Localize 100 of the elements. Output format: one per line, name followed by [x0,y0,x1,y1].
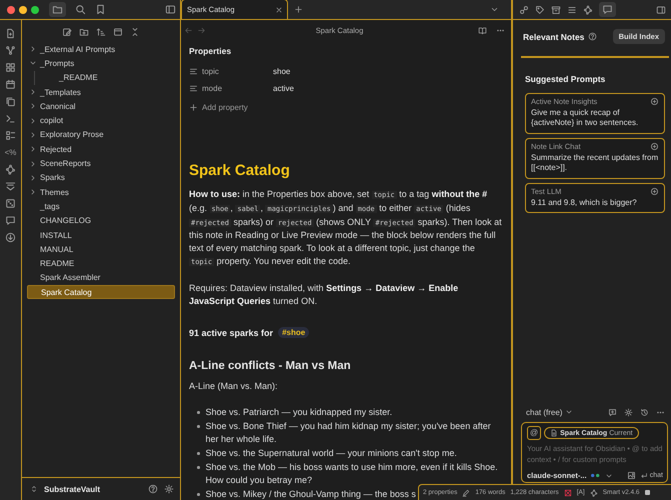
folder-item[interactable]: _External AI Prompts [27,42,175,56]
text-property-icon [189,84,198,93]
property-value[interactable]: active [273,84,294,93]
filter-icon[interactable] [5,181,16,192]
graph-icon[interactable] [5,45,16,56]
grid-icon[interactable] [5,62,16,73]
new-folder-icon[interactable] [79,27,89,37]
archive-icon[interactable] [551,4,561,14]
bullet-icon [197,425,200,428]
calendar-icon[interactable] [5,79,16,90]
add-icon[interactable] [650,142,659,150]
folder-item[interactable]: _Templates [27,84,175,100]
folder-item[interactable]: Sparks [27,170,175,185]
search-icon[interactable] [75,4,86,15]
vault-name[interactable]: SubstrateVault [44,484,100,494]
new-chat-icon[interactable] [608,408,617,416]
folder-item[interactable]: copilot [27,113,175,128]
chevron-icon [565,408,574,416]
new-note-icon[interactable] [62,27,72,37]
history-icon[interactable] [640,408,649,416]
file-item[interactable]: _README [35,70,175,85]
add-property-button[interactable]: Add property [189,98,502,116]
tab-list-icon[interactable] [490,5,499,14]
checklist-icon[interactable] [5,130,16,141]
chevron-icon[interactable] [29,188,37,196]
terminal-icon[interactable] [5,113,16,124]
add-icon[interactable] [650,186,659,196]
minimize-window-button[interactable] [19,6,27,14]
bullet-icon [197,493,200,496]
file-item[interactable]: CHANGELOG [27,214,175,228]
nodes-icon[interactable] [583,4,593,14]
chat-mode-dropdown[interactable]: chat (free) [526,408,574,416]
mention-button[interactable]: @ [527,426,542,440]
nodes-icon[interactable] [590,488,598,496]
file-item[interactable]: INSTALL [27,228,175,242]
status-dots-icon [590,473,602,478]
dice-icon[interactable] [5,198,16,209]
list-item: Shoe vs. Mikey / the Ghoul-Vamp thing — the boss s [206,488,416,500]
plus-icon [189,102,198,112]
sort-icon[interactable] [96,27,106,37]
chevron-icon[interactable] [29,174,37,182]
chevron-icon[interactable] [29,116,37,125]
folder-item[interactable]: Themes [27,184,175,200]
collapse-icon[interactable] [130,27,140,37]
prompt-text: Summarize the recent updates from [[<note>]]. [531,152,659,174]
chevron-icon[interactable] [29,45,37,54]
sidebar-toggle-icon[interactable] [656,4,666,14]
tag-link[interactable]: #shoe [278,327,310,338]
text-property-icon [189,67,198,76]
bookmark-icon[interactable] [95,4,106,15]
zoom-window-button[interactable] [31,6,39,14]
chat-icon[interactable] [5,215,16,226]
folder-item[interactable]: Rejected [27,142,175,156]
chevron-icon[interactable] [29,130,37,139]
property-value[interactable]: shoe [273,67,290,76]
settings-icon[interactable] [164,484,174,494]
folder-item[interactable]: Exploratory Prose [27,128,175,142]
chevron-icon[interactable] [29,102,37,110]
sidebar-toggle-icon[interactable] [165,4,176,15]
file-item[interactable]: Spark Catalog [27,285,175,300]
sparks-count: 91 active sparks for [189,328,274,338]
close-icon[interactable] [275,6,283,14]
pencil-icon[interactable] [462,488,470,496]
chat-icon[interactable] [602,4,613,15]
new-note-icon[interactable] [5,28,16,39]
nodes-icon[interactable] [5,164,16,175]
window-icon[interactable] [113,27,123,37]
help-icon[interactable] [588,32,598,41]
reading-view-icon[interactable] [478,26,487,34]
image-icon[interactable] [626,471,636,480]
file-item[interactable]: Spark Assembler [27,270,175,286]
list-icon[interactable] [567,4,577,14]
property-key[interactable]: topic [202,67,273,76]
template-button[interactable]: <% [4,147,16,158]
folder-item[interactable]: _Prompts [27,56,175,71]
folder-icon[interactable] [52,4,63,15]
close-window-button[interactable] [7,6,15,14]
download-icon[interactable] [5,232,16,243]
chevron-icon[interactable] [29,88,37,96]
chevron-icon[interactable] [29,145,37,154]
file-item[interactable]: MANUAL [27,242,175,256]
chevron-icon[interactable] [29,160,37,168]
section-heading: Suggested Prompts [525,74,606,84]
copy-icon[interactable] [5,96,16,107]
settings-icon[interactable] [624,408,633,416]
add-icon[interactable] [650,96,659,106]
property-key[interactable]: mode [202,84,273,93]
folder-item[interactable]: Canonical [27,99,175,114]
paragraph: A-Line (Man vs. Man): [189,380,279,394]
vault-switcher-icon[interactable] [30,485,38,493]
section-heading: A-Line conflicts - Man vs Man [189,360,352,372]
tag-icon[interactable] [535,4,545,14]
list-item: Shoe vs. Patriarch — you kidnapped my sister. [206,406,392,420]
link-icon[interactable] [519,4,529,14]
folder-item[interactable]: SceneReports [27,156,175,171]
new-tab-icon[interactable] [294,5,303,14]
help-icon[interactable] [148,484,158,494]
file-item[interactable]: _tags [27,199,175,214]
file-item[interactable]: README [27,256,175,271]
prompt-text: 9.11 and 9.8, which is bigger? [531,198,638,208]
